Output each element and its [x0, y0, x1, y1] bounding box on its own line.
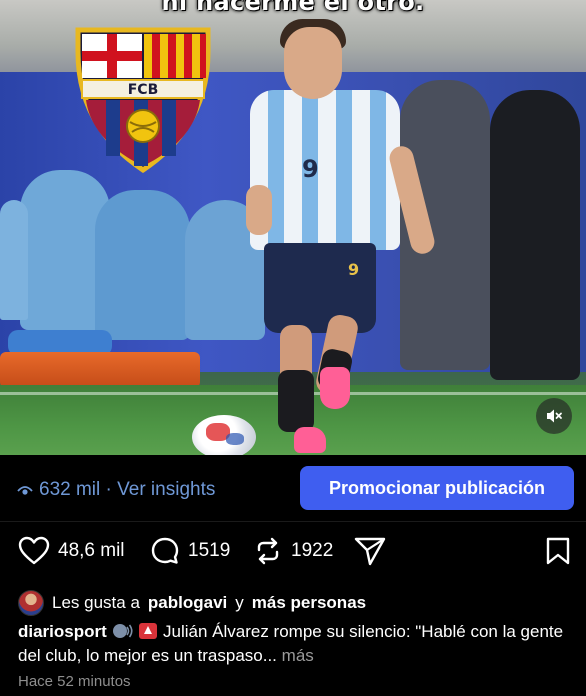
- views-insights-label: 632 mil · Ver insights: [39, 479, 216, 500]
- player-shorts: [264, 243, 376, 333]
- promote-post-button[interactable]: Promocionar publicación: [300, 466, 574, 510]
- save-button[interactable]: [545, 536, 571, 566]
- liked-by-connector: y: [235, 593, 244, 612]
- repost-icon: [257, 537, 279, 565]
- liked-by-others[interactable]: más personas: [252, 593, 366, 613]
- media-overlay-caption: ni hacerme el otro.: [161, 0, 425, 16]
- background-person: [0, 200, 28, 320]
- avatar[interactable]: [18, 590, 44, 616]
- crest-text: FCB: [128, 82, 159, 98]
- comment-button[interactable]: 1519: [150, 536, 230, 566]
- background-person: [490, 90, 580, 380]
- fcb-crest-logo: FCB: [75, 27, 211, 174]
- mute-button[interactable]: [536, 398, 572, 434]
- speaker-muted-icon: [547, 409, 562, 423]
- post-media[interactable]: 9 9 FCB ni hacerme el otro.: [0, 0, 586, 455]
- like-button[interactable]: 48,6 mil: [18, 536, 125, 566]
- player-shorts-number: 9: [348, 260, 360, 279]
- divider: [0, 521, 586, 522]
- liked-by-user[interactable]: pablogavi: [148, 593, 227, 613]
- bookmark-icon: [546, 537, 570, 565]
- caption-more-link[interactable]: más: [282, 646, 314, 665]
- football: [192, 415, 256, 455]
- siren-icon: [139, 623, 158, 639]
- player-arm: [246, 185, 272, 235]
- player-shirt-number: 9: [302, 155, 319, 183]
- reposts-count: 1922: [291, 540, 334, 561]
- heart-icon: [18, 536, 50, 565]
- post-caption: diariosport Julián Álvarez rompe su sile…: [18, 620, 574, 668]
- stretcher: [0, 352, 200, 388]
- share-button[interactable]: [354, 536, 386, 566]
- liked-by-row[interactable]: Les gusta a pablogavi y más personas: [18, 590, 366, 616]
- post-actions-bar: 48,6 mil 1519 1922: [0, 536, 586, 576]
- player-shirt: [250, 90, 400, 250]
- player-boot: [320, 367, 350, 409]
- speaking-head-icon: [112, 624, 133, 638]
- paper-plane-icon: [354, 537, 386, 566]
- post-timestamp: Hace 52 minutos: [18, 673, 131, 690]
- comment-bubble-icon: [151, 537, 179, 564]
- caption-username[interactable]: diariosport: [18, 622, 107, 641]
- player-head: [284, 27, 342, 99]
- football-player: 9 9: [240, 15, 460, 455]
- repost-button[interactable]: 1922: [253, 536, 333, 566]
- liked-by-prefix: Les gusta a: [52, 593, 140, 612]
- player-sock: [278, 370, 314, 432]
- view-insights-link[interactable]: 632 mil · Ver insights: [17, 479, 215, 501]
- player-boot: [294, 427, 326, 453]
- views-icon: [17, 486, 33, 495]
- background-person: [95, 190, 190, 340]
- likes-count: 48,6 mil: [58, 540, 125, 561]
- comments-count: 1519: [188, 540, 231, 561]
